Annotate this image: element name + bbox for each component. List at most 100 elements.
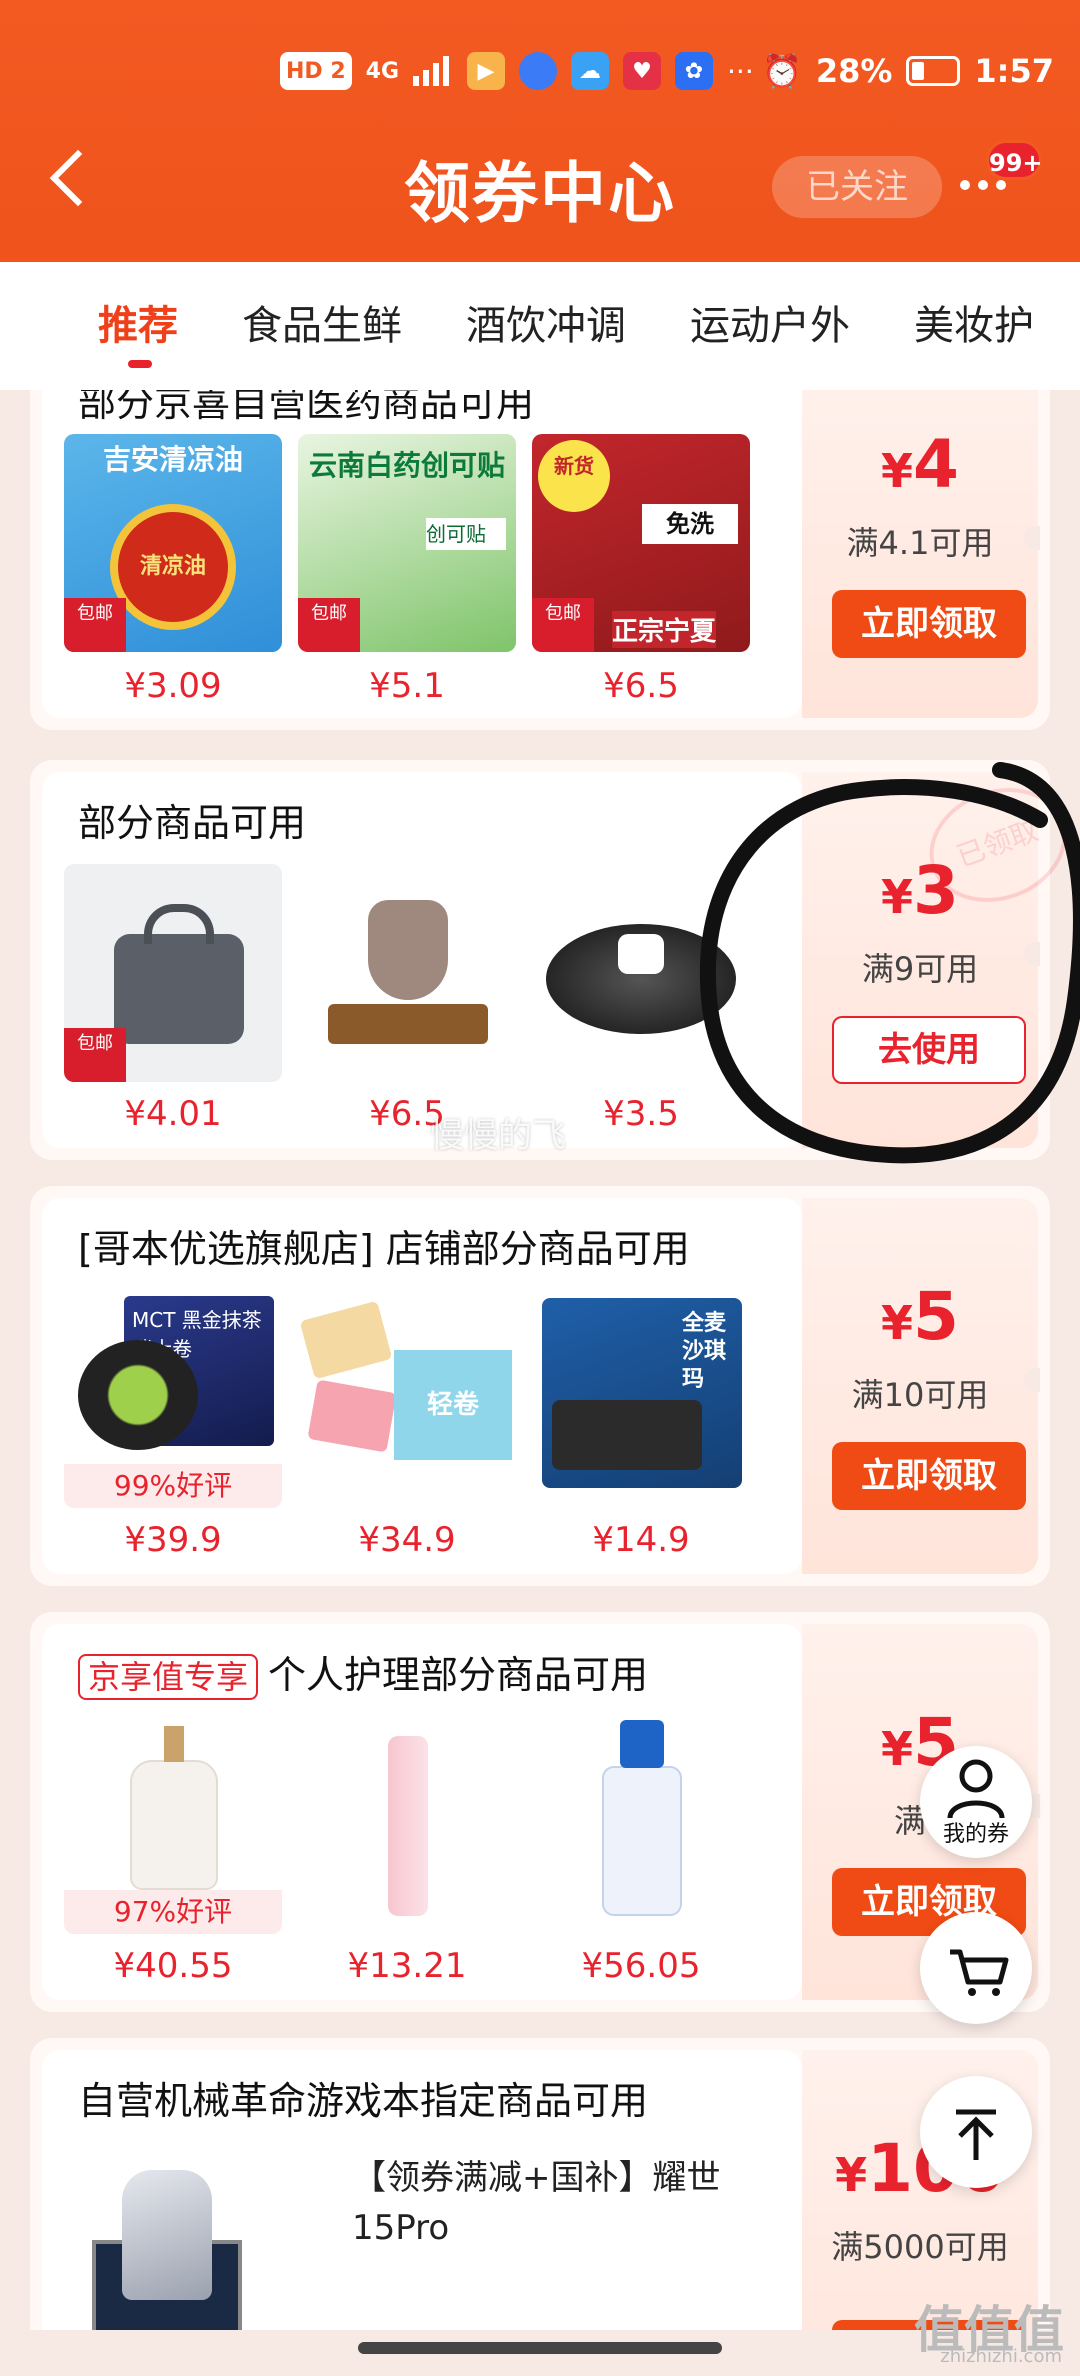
product-image[interactable]	[532, 1716, 750, 1934]
currency-symbol: ¥	[835, 2148, 868, 2202]
use-coupon-button[interactable]: 去使用	[832, 1016, 1026, 1084]
home-indicator[interactable]	[358, 2342, 722, 2354]
user-icon	[947, 1759, 1005, 1819]
new-arrival-badge: 新货	[538, 440, 610, 512]
product-price: ¥4.01	[124, 1094, 222, 1134]
product-image[interactable]: 新货 免洗 正宗宁夏 包邮	[532, 434, 750, 652]
coupon-condition: 满9可用	[861, 950, 979, 988]
free-shipping-mark: 包邮	[532, 598, 594, 652]
follow-button[interactable]: 已关注	[772, 156, 942, 218]
status-bar: HD 2 4G ▶ ☁ ♥ ✿ ··· ⏰ 28% 1:57	[0, 44, 1080, 104]
hd-indicator: HD 2	[280, 52, 352, 90]
card-title-text: 个人护理部分商品可用	[268, 1653, 649, 1697]
product-price: ¥34.9	[358, 1520, 456, 1560]
product-label: 云南白药创可贴	[308, 449, 505, 482]
coupon-amount: ¥4	[802, 426, 1038, 503]
rating-badge: 99%好评	[64, 1464, 282, 1508]
lotion-bottle-shape	[130, 1760, 218, 1890]
product-image[interactable]: MCT 黑金抹茶瑞士卷 99%好评	[64, 1290, 282, 1508]
tab-beauty[interactable]: 美妆护	[882, 262, 1066, 390]
product-image[interactable]	[298, 1716, 516, 1934]
product-image[interactable]	[82, 2160, 262, 2330]
free-shipping-mark: 包邮	[64, 1028, 126, 1082]
product-label: 正宗宁夏	[612, 611, 717, 648]
card-content: [哥本优选旗舰店] 店铺部分商品可用 MCT 黑金抹茶瑞士卷 99%好评 轻卷 …	[42, 1198, 802, 1574]
alarm-icon: ⏰	[761, 52, 802, 90]
amount-value: 5	[913, 1278, 959, 1355]
card-title: [哥本优选旗舰店] 店铺部分商品可用	[78, 1227, 690, 1271]
free-shipping-mark: 包邮	[64, 598, 126, 652]
product-description: 15Pro	[352, 2208, 450, 2248]
product-description: 【领券满减+国补】耀世	[352, 2158, 721, 2198]
card-content: 京享值专享 个人护理部分商品可用 97%好评 ¥40.55 ¥13.21 ¥56.…	[42, 1624, 802, 2000]
currency-symbol: ¥	[881, 1722, 914, 1776]
claim-button[interactable]: 立即领取	[832, 1442, 1026, 1510]
product-image[interactable]: 云南白药创可贴 创可贴 包邮	[298, 434, 516, 652]
product-label: 全麦沙琪玛	[682, 1311, 727, 1392]
pump-shape	[164, 1726, 184, 1762]
product-image[interactable]: 包邮	[64, 864, 282, 1082]
coupon-condition: 满10可用	[851, 1376, 989, 1414]
product-image[interactable]: 全麦沙琪玛	[532, 1290, 750, 1508]
network-indicator: 4G	[365, 58, 400, 84]
battery-percent: 28%	[815, 52, 893, 90]
product-image[interactable]	[532, 864, 750, 1082]
product-label: 免洗	[642, 504, 738, 544]
bread-slice-shape	[299, 1300, 393, 1380]
tab-drinks[interactable]: 酒饮冲调	[434, 262, 658, 390]
coupon-condition: 满5000可用	[831, 2228, 1009, 2266]
my-coupons-label: 我的券	[942, 1822, 1009, 1847]
product-price: ¥56.05	[581, 1946, 701, 1986]
product-price: ¥13.21	[347, 1946, 467, 1986]
matcha-roll-shape	[78, 1340, 198, 1450]
free-shipping-mark: 包邮	[298, 598, 360, 652]
bag-handle-shape	[144, 904, 214, 944]
mecha-figure-shape	[122, 2170, 212, 2300]
toothbrush-shape	[388, 1736, 428, 1916]
video-app-icon: ▶	[467, 52, 506, 90]
more-menu-icon[interactable]	[960, 180, 1006, 190]
product-price: ¥3.09	[124, 666, 222, 706]
status-left: HD 2 4G ▶ ☁ ♥ ✿ ···	[280, 52, 754, 90]
game-app-icon: ♥	[623, 52, 662, 90]
watermark-text: 慢慢的飞	[430, 1116, 566, 1156]
tab-recommend[interactable]: 推荐	[0, 262, 210, 390]
product-label: 清凉油	[110, 504, 236, 630]
arrow-up-icon	[956, 2109, 996, 2160]
my-coupons-button[interactable]: 我的券	[920, 1746, 1032, 1858]
currency-symbol: ¥	[881, 870, 914, 924]
clock: 1:57	[974, 52, 1054, 90]
card-title: 自营机械革命游戏本指定商品可用	[78, 2079, 649, 2123]
product-image[interactable]: 轻卷	[298, 1290, 516, 1508]
product-price: ¥6.5	[603, 666, 679, 706]
bread-slice-shape	[307, 1379, 397, 1453]
product-image[interactable]	[298, 864, 516, 1082]
product-image[interactable]: 吉安清凉油 清凉油 包邮	[64, 434, 282, 652]
coupon-card: 部分京喜自营医药商品可用 吉安清凉油 清凉油 包邮 云南白药创可贴 创可贴 包邮…	[30, 390, 1050, 730]
card-title: 部分商品可用	[78, 801, 307, 845]
site-watermark-url: zhizhizhi.com	[940, 2346, 1062, 2367]
back-to-top-button[interactable]	[920, 2076, 1032, 2188]
browser-app-icon	[519, 52, 558, 90]
currency-symbol: ¥	[881, 444, 914, 498]
cloud-app-icon: ☁	[571, 52, 610, 90]
snack-bar-shape	[552, 1400, 702, 1470]
tab-food[interactable]: 食品生鲜	[210, 262, 434, 390]
coupon-condition: 满4.1可用	[846, 524, 994, 562]
product-price: ¥39.9	[124, 1520, 222, 1560]
lunch-bag-shape	[114, 934, 244, 1044]
battery-icon	[906, 56, 961, 86]
product-image[interactable]: 97%好评	[64, 1716, 282, 1934]
category-tabs: 推荐 食品生鲜 酒饮冲调 运动户外 美妆护	[0, 262, 1080, 390]
coupon-value-panel: ¥4 满4.1可用 立即领取	[802, 390, 1040, 718]
product-price: ¥14.9	[592, 1520, 690, 1560]
cart-button[interactable]	[920, 1912, 1032, 2024]
teapot-shape	[368, 900, 448, 1000]
product-label: 轻卷	[394, 1350, 512, 1460]
tab-sports[interactable]: 运动户外	[658, 262, 882, 390]
coupon-card: 京享值专享 个人护理部分商品可用 97%好评 ¥40.55 ¥13.21 ¥56.…	[30, 1612, 1050, 2012]
coupon-value-panel: ¥5 满10可用 立即领取	[802, 1198, 1040, 1574]
claim-button[interactable]: 立即领取	[832, 590, 1026, 658]
amount-value: 4	[913, 426, 959, 503]
pump-shape	[620, 1720, 664, 1768]
